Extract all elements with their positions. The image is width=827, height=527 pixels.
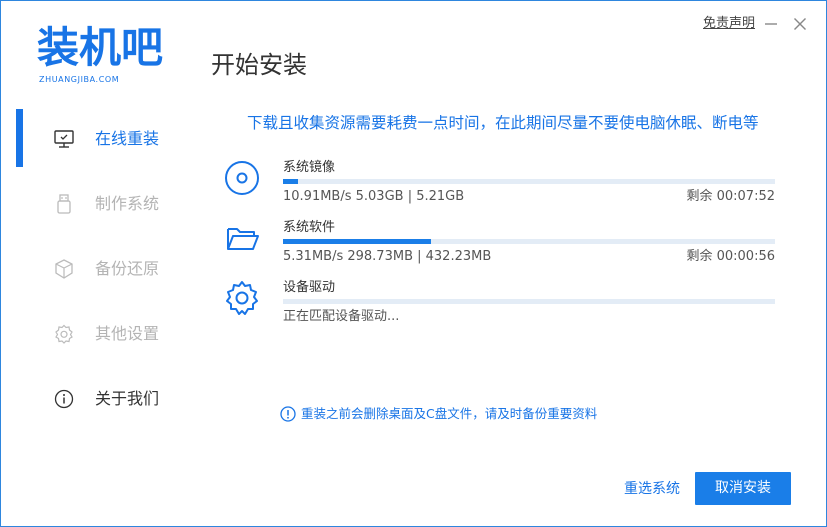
task-name: 系统镜像 [283,160,336,175]
task-name: 设备驱动 [283,280,336,295]
sidebar-item-label: 在线重装 [95,129,160,148]
gear-icon [53,323,75,345]
task-detail: 5.31MB/s 298.73MB | 432.23MB [283,249,492,264]
sidebar: 在线重装 制作系统 备份还原 其他设置 关于我们 [16,109,196,439]
sidebar-item-label: 制作系统 [95,194,160,213]
active-indicator [16,109,23,167]
task-name: 系统软件 [283,220,336,235]
progress-track [283,179,775,184]
installer-window: 装机吧 ZHUANGJIBA.COM 开始安装 免责声明 在线重装 制作系统 备… [0,0,827,527]
progress-track [283,239,775,244]
usb-drive-icon [53,193,75,215]
sidebar-item-backup-restore[interactable]: 备份还原 [16,239,196,297]
sidebar-item-online-reinstall[interactable]: 在线重装 [16,109,196,167]
reselect-system-link[interactable]: 重选系统 [624,480,680,498]
sidebar-item-label: 备份还原 [95,259,160,278]
task-device-driver: 设备驱动 正在匹配设备驱动... [223,279,775,335]
disc-icon [223,159,261,197]
cancel-install-button[interactable]: 取消安装 [695,472,791,505]
logo: 装机吧 ZHUANGJIBA.COM [37,23,187,87]
minimize-icon[interactable] [763,16,779,32]
sidebar-item-about-us[interactable]: 关于我们 [16,369,196,427]
progress-fill [283,179,298,184]
task-detail: 正在匹配设备驱动... [283,309,400,324]
monitor-icon [53,128,75,150]
sidebar-item-label: 关于我们 [95,389,160,408]
task-detail: 10.91MB/s 5.03GB | 5.21GB [283,189,465,204]
page-title: 开始安装 [211,51,307,79]
task-system-image: 系统镜像 10.91MB/s 5.03GB | 5.21GB 剩余 00:07:… [223,159,775,215]
sidebar-item-other-settings[interactable]: 其他设置 [16,304,196,362]
disclaimer-link[interactable]: 免责声明 [703,15,755,33]
install-notice: 下载且收集资源需要耗费一点时间，在此期间尽量不要使电脑休眠、断电等 [247,114,759,132]
sidebar-item-label: 其他设置 [95,324,160,343]
folder-icon [223,219,261,257]
logo-subtext: ZHUANGJIBA.COM [39,75,120,84]
close-icon[interactable] [792,16,808,32]
gear-icon [223,279,261,317]
sidebar-item-make-system[interactable]: 制作系统 [16,174,196,232]
progress-track [283,299,775,304]
task-system-software: 系统软件 5.31MB/s 298.73MB | 432.23MB 剩余 00:… [223,219,775,275]
progress-fill [283,239,431,244]
warning-text: 重装之前会删除桌面及C盘文件，请及时备份重要资料 [301,406,598,421]
exclamation-circle-icon [280,406,296,422]
logo-text: 装机吧 [37,23,164,72]
task-remaining-time: 剩余 00:00:56 [686,249,775,264]
info-icon [53,388,75,410]
task-remaining-time: 剩余 00:07:52 [686,189,775,204]
backup-cube-icon [53,258,75,280]
